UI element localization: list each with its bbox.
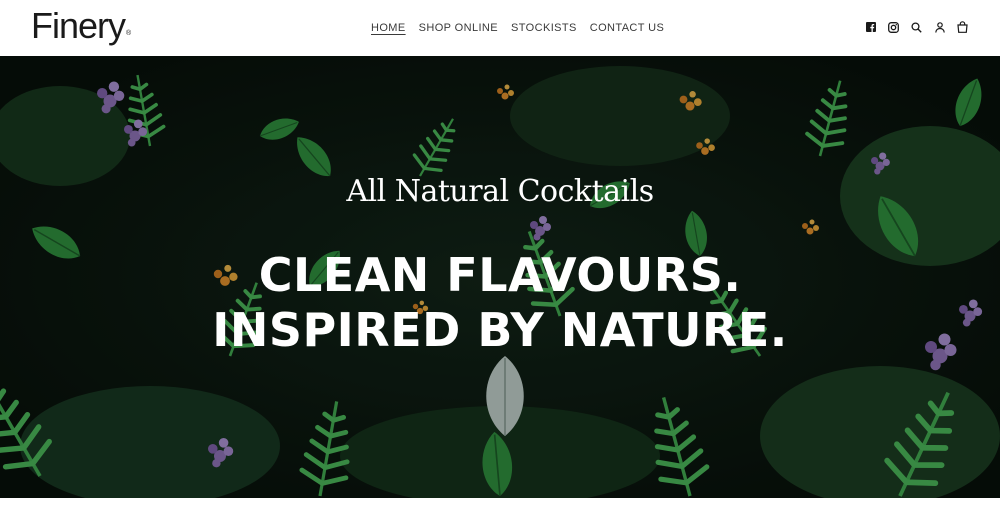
main-nav: HOME SHOP ONLINE STOCKISTS CONTACT US [371, 20, 664, 36]
nav-item-stockists[interactable]: STOCKISTS [511, 20, 577, 36]
nav-item-contact-us[interactable]: CONTACT US [590, 20, 665, 36]
instagram-icon[interactable] [888, 20, 899, 34]
search-icon[interactable] [911, 20, 922, 34]
brand-registered-mark: ® [126, 30, 131, 37]
brand-name: Finery [31, 5, 126, 46]
nav-item-home[interactable]: HOME [371, 20, 406, 36]
page-below-hero [0, 498, 1000, 506]
hero-subtitle: All Natural Cocktails [346, 174, 654, 209]
account-icon[interactable] [934, 20, 945, 34]
brand-logo[interactable]: Finery® [31, 4, 131, 48]
hero-banner: All Natural Cocktails CLEAN FLAVOURS. IN… [0, 56, 1000, 498]
header-icons [865, 20, 968, 34]
site-header: Finery® HOME SHOP ONLINE STOCKISTS CONTA… [0, 0, 1000, 56]
hero-headline: CLEAN FLAVOURS. INSPIRED BY NATURE. [0, 248, 1000, 358]
cart-icon[interactable] [957, 20, 968, 34]
hero-headline-line-1: CLEAN FLAVOURS. [258, 248, 742, 302]
nav-item-shop-online[interactable]: SHOP ONLINE [419, 20, 498, 36]
facebook-icon[interactable] [865, 20, 876, 34]
hero-headline-line-2: INSPIRED BY NATURE. [212, 303, 788, 357]
